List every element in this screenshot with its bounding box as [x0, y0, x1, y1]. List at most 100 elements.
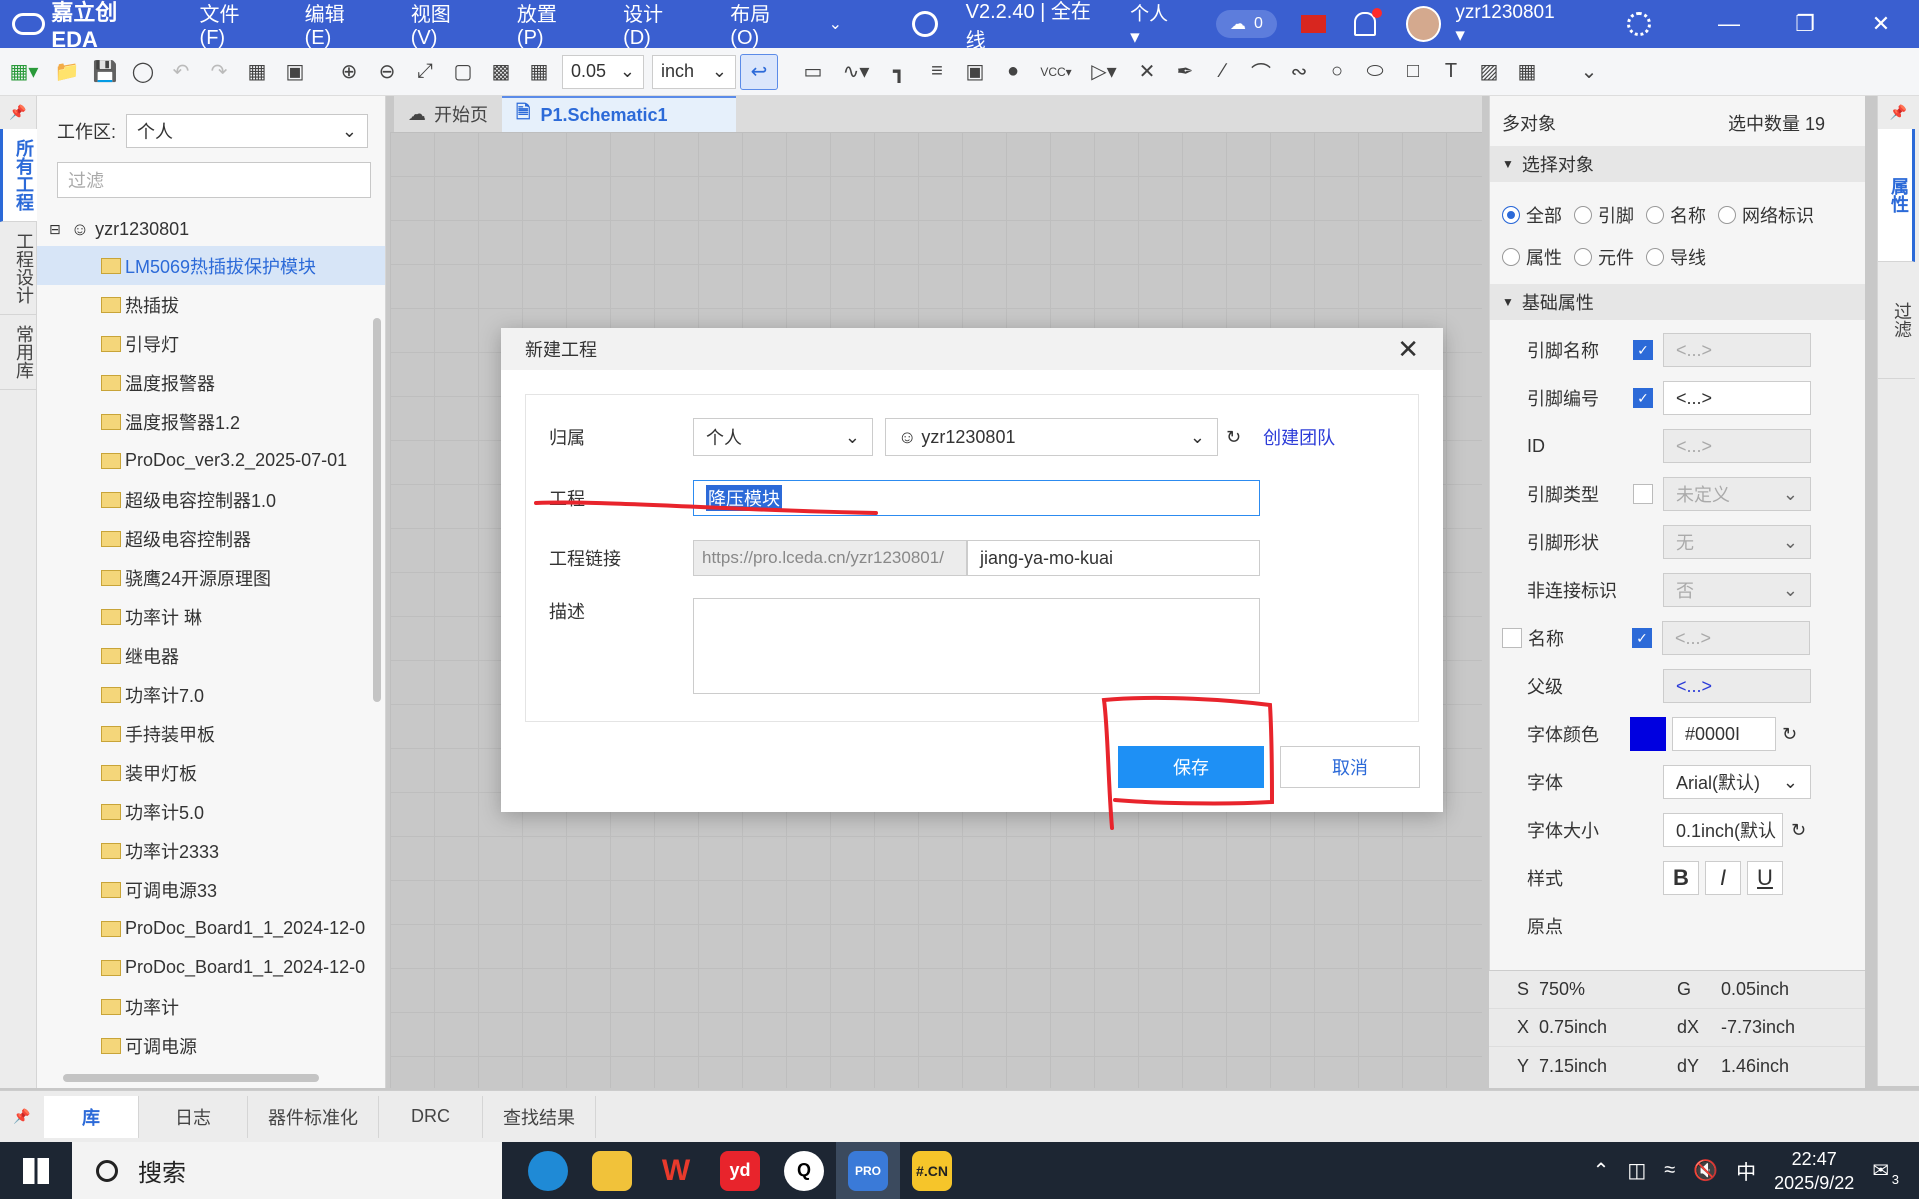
tab-component-standardize[interactable]: 器件标准化	[248, 1095, 379, 1138]
pin-name-checkbox[interactable]: ✓	[1633, 340, 1653, 360]
line-icon[interactable]: ∕	[1204, 54, 1242, 90]
scrollbar-horizontal[interactable]	[63, 1074, 319, 1082]
project-item[interactable]: 超级电容控制器1.0	[37, 480, 385, 519]
pin-icon[interactable]: 📌	[0, 1108, 44, 1125]
qq-app[interactable]: Q	[772, 1142, 836, 1199]
close-button[interactable]: ✕	[1843, 11, 1919, 37]
panel-grid-icon[interactable]: ▦	[238, 54, 276, 90]
toolbar-more-icon[interactable]: ⌄	[1570, 54, 1608, 90]
no-connect-select[interactable]: 否 ⌄	[1663, 573, 1811, 607]
cloud-sync-badge[interactable]: ☁ 0	[1215, 10, 1277, 38]
bus-icon[interactable]: ≡	[918, 54, 956, 90]
pin-shape-select[interactable]: 无 ⌄	[1663, 525, 1811, 559]
edge-app[interactable]	[516, 1142, 580, 1199]
menu-place[interactable]: 放置 (P)	[517, 0, 587, 50]
project-item[interactable]: 功率计7.0	[37, 675, 385, 714]
bezier-icon[interactable]: ∾	[1280, 54, 1318, 90]
owner-user-select[interactable]: ☺ yzr1230801 ⌄	[885, 418, 1218, 456]
zoom-in-icon[interactable]: ⊕	[330, 54, 368, 90]
font-select[interactable]: Arial(默认) ⌄	[1663, 765, 1811, 799]
radio-name[interactable]: 名称	[1646, 194, 1706, 236]
resistor-icon[interactable]: ∿▾	[832, 54, 880, 90]
section-basic-properties[interactable]: ▼ 基础属性	[1490, 284, 1865, 320]
project-item[interactable]: 手持装甲板	[37, 714, 385, 753]
tray-expand-icon[interactable]: ⌃	[1593, 1158, 1610, 1183]
project-item[interactable]: 引导灯	[37, 324, 385, 363]
network-monitor-icon[interactable]: ◫	[1627, 1158, 1646, 1183]
project-item[interactable]: 可调电源33	[37, 870, 385, 909]
project-item[interactable]: 超级电容控制器	[37, 519, 385, 558]
zoom-area-icon[interactable]: ▢	[444, 54, 482, 90]
jlc-app[interactable]: #.CN	[900, 1142, 964, 1199]
font-color-field[interactable]: #0000I	[1672, 717, 1776, 751]
tab-all-projects[interactable]: 所有工程	[0, 129, 37, 222]
unit-select[interactable]: inch ⌄	[652, 54, 736, 89]
image-icon[interactable]: ▨	[1470, 54, 1508, 90]
tree-root[interactable]: ⊟ ☺ yzr1230801	[37, 212, 385, 246]
create-team-link[interactable]: 创建团队	[1263, 424, 1335, 450]
taskbar-search[interactable]: 搜索	[72, 1142, 502, 1199]
workspace-switch[interactable]: 个人 ▾	[1130, 0, 1182, 49]
section-select-objects[interactable]: ▼ 选择对象	[1490, 146, 1865, 182]
table-icon[interactable]: ▦	[1508, 54, 1546, 90]
tab-filter[interactable]: 过滤	[1878, 262, 1915, 379]
tab-start-page[interactable]: ☁ 开始页	[394, 96, 502, 132]
menu-more-chevron-icon[interactable]: ⌄	[829, 14, 842, 34]
avatar[interactable]	[1406, 6, 1442, 42]
find-icon[interactable]: ▣	[276, 54, 314, 90]
italic-button[interactable]: I	[1705, 861, 1741, 895]
pin-icon[interactable]: 📌	[1878, 96, 1919, 129]
wifi-icon[interactable]: ≈	[1664, 1159, 1675, 1182]
notification-center-icon[interactable]: ✉ 3	[1872, 1158, 1899, 1187]
volume-muted-icon[interactable]: 🔇	[1693, 1158, 1718, 1183]
pin-type-select[interactable]: 未定义 ⌄	[1663, 477, 1811, 511]
grid-size-select[interactable]: 0.05 ⌄	[562, 54, 644, 89]
scrollbar-vertical[interactable]	[373, 318, 381, 702]
name-group-checkbox[interactable]	[1502, 628, 1522, 648]
pin-number-field[interactable]: <...>	[1663, 381, 1811, 415]
youdao-app[interactable]: yd	[708, 1142, 772, 1199]
radio-pin[interactable]: 引脚	[1574, 194, 1634, 236]
restore-button[interactable]: ❐	[1767, 11, 1843, 37]
tab-log[interactable]: 日志	[139, 1095, 248, 1138]
project-item[interactable]: ProDoc_ver3.2_2025-07-01	[37, 441, 385, 480]
rectangle-icon[interactable]: □	[1394, 54, 1432, 90]
project-item[interactable]: 装甲灯板	[37, 753, 385, 792]
project-item[interactable]: ProDoc_Board1_1_2024-12-0	[37, 909, 385, 948]
net-label-icon[interactable]: ▣	[956, 54, 994, 90]
ellipse-icon[interactable]: ⬭	[1356, 54, 1394, 90]
save-icon[interactable]: 💾	[86, 54, 124, 90]
name-field[interactable]: <...>	[1662, 621, 1810, 655]
tab-common-library[interactable]: 常用库	[0, 315, 37, 390]
ime-indicator[interactable]: 中	[1736, 1156, 1756, 1185]
cancel-button[interactable]: 取消	[1280, 746, 1420, 788]
vcc-icon[interactable]: VCC▾	[1032, 54, 1080, 90]
menu-design[interactable]: 设计 (D)	[623, 0, 694, 50]
bold-button[interactable]: B	[1663, 861, 1699, 895]
project-link-input[interactable]: jiang-ya-mo-kuai	[967, 540, 1260, 576]
workspace-select[interactable]: 个人 ⌄	[126, 114, 369, 148]
parent-field[interactable]: <...>	[1663, 669, 1811, 703]
pen-icon[interactable]: ✒	[1166, 54, 1204, 90]
tab-project-design[interactable]: 工程设计	[0, 222, 37, 315]
lceda-app[interactable]: PRO	[836, 1142, 900, 1199]
id-field[interactable]: <...>	[1663, 429, 1811, 463]
menu-layout[interactable]: 布局 (O)	[730, 0, 802, 50]
refresh-icon[interactable]: ↻	[1226, 427, 1241, 448]
undo-icon[interactable]: ↶	[162, 54, 200, 90]
project-item[interactable]: 功率计2333	[37, 831, 385, 870]
owner-type-select[interactable]: 个人 ⌄	[693, 418, 873, 456]
project-item[interactable]: 可调电源	[37, 1026, 385, 1065]
filter-input[interactable]: 过滤	[57, 162, 371, 198]
snap-toggle-icon[interactable]: ↩	[740, 53, 778, 90]
font-color-swatch[interactable]	[1630, 717, 1666, 751]
text-icon[interactable]: T	[1432, 54, 1470, 90]
junction-icon[interactable]: ●	[994, 54, 1032, 90]
close-icon[interactable]: ✕	[1397, 334, 1419, 365]
language-flag-icon[interactable]	[1300, 15, 1327, 33]
tab-library[interactable]: 库	[44, 1095, 139, 1138]
fit-view-icon[interactable]: ⤢	[406, 54, 444, 90]
clock[interactable]: 22:47 2025/9/22	[1774, 1147, 1854, 1195]
project-item[interactable]: 功率计 琳	[37, 597, 385, 636]
pin-type-checkbox[interactable]	[1633, 484, 1653, 504]
